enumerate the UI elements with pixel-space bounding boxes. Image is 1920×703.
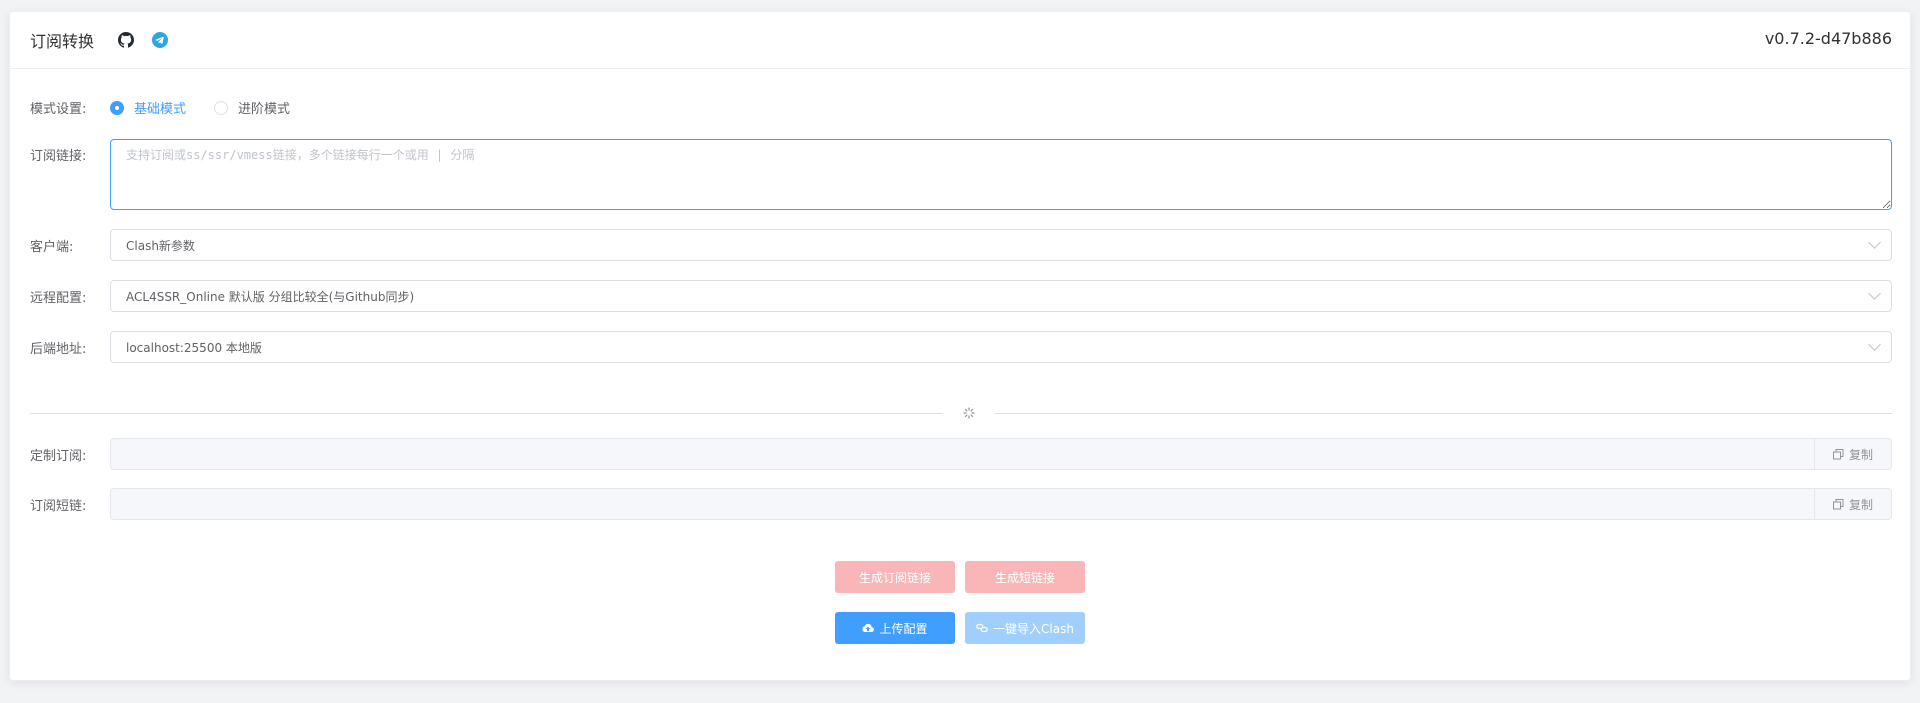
radio-basic-label: 基础模式	[134, 102, 187, 117]
import-clash-label: 一键导入Clash	[993, 621, 1074, 636]
short-link-row: 订阅短链: 复制	[30, 488, 1892, 520]
loading-icon	[963, 404, 975, 423]
radio-basic-mode[interactable]: 基础模式	[110, 98, 186, 117]
github-icon[interactable]	[118, 32, 135, 48]
short-link-group: 复制	[110, 488, 1892, 520]
radio-advanced-label: 进阶模式	[238, 102, 291, 117]
copy-short-link-button[interactable]: 复制	[1814, 489, 1891, 519]
upload-config-button[interactable]: 上传配置	[835, 612, 955, 644]
subscription-label: 订阅链接:	[30, 149, 87, 164]
remote-config-select[interactable]: ACL4SSR_Online 默认版 分组比较全(与Github同步)	[110, 280, 1892, 312]
import-clash-button[interactable]: 一键导入Clash	[965, 612, 1085, 644]
app-title: 订阅转换	[30, 32, 95, 51]
link-icon	[976, 623, 988, 633]
upload-config-label: 上传配置	[879, 621, 928, 636]
copy-custom-sub-button[interactable]: 复制	[1814, 439, 1891, 469]
remote-config-row: 远程配置: ACL4SSR_Online 默认版 分组比较全(与Github同步…	[30, 280, 1892, 312]
custom-sub-group: 复制	[110, 438, 1892, 470]
chevron-down-icon	[1868, 287, 1881, 300]
telegram-icon[interactable]	[152, 32, 169, 48]
section-divider	[30, 403, 1892, 423]
custom-sub-row: 定制订阅: 复制	[30, 438, 1892, 470]
version-label: v0.7.2-d47b886	[1764, 29, 1892, 48]
radio-dot-advanced	[214, 100, 229, 115]
copy-icon	[1832, 448, 1844, 459]
main-card: 订阅转换 v0.7.2-d47b886 模式设置: 基础模式 进阶模式 订阅链接…	[9, 11, 1911, 681]
remote-config-value: ACL4SSR_Online 默认版 分组比较全(与Github同步)	[126, 289, 415, 304]
cloud-upload-icon	[862, 623, 875, 633]
custom-sub-label: 定制订阅:	[30, 448, 87, 464]
backend-row: 后端地址: localhost:25500 本地版	[30, 331, 1892, 363]
backend-label: 后端地址:	[30, 341, 87, 357]
short-link-field[interactable]	[111, 489, 1814, 519]
mode-row: 模式设置: 基础模式 进阶模式	[30, 98, 318, 117]
subscription-row: 订阅链接:	[30, 139, 1892, 210]
remote-config-label: 远程配置:	[30, 290, 87, 306]
chevron-down-icon	[1868, 236, 1881, 249]
copy-icon	[1832, 498, 1844, 509]
subscription-input[interactable]	[110, 139, 1892, 210]
generate-sub-button[interactable]: 生成订阅链接	[835, 561, 955, 593]
radio-dot-basic	[110, 100, 124, 115]
client-select[interactable]: Clash新参数	[110, 229, 1892, 261]
generate-short-button[interactable]: 生成短链接	[965, 561, 1085, 593]
copy-label: 复制	[1848, 447, 1873, 462]
client-label: 客户端:	[30, 239, 74, 255]
mode-label: 模式设置:	[30, 102, 87, 117]
backend-select[interactable]: localhost:25500 本地版	[110, 331, 1892, 363]
copy-label: 复制	[1848, 497, 1873, 512]
radio-advanced-mode[interactable]: 进阶模式	[214, 98, 290, 117]
card-header: 订阅转换 v0.7.2-d47b886	[10, 12, 1910, 69]
chevron-down-icon	[1868, 338, 1881, 351]
client-value: Clash新参数	[126, 238, 195, 253]
client-row: 客户端: Clash新参数	[30, 229, 1892, 261]
divider-center	[943, 403, 995, 423]
custom-sub-field[interactable]	[111, 439, 1814, 469]
short-link-label: 订阅短链:	[30, 498, 87, 514]
backend-value: localhost:25500 本地版	[126, 340, 262, 355]
